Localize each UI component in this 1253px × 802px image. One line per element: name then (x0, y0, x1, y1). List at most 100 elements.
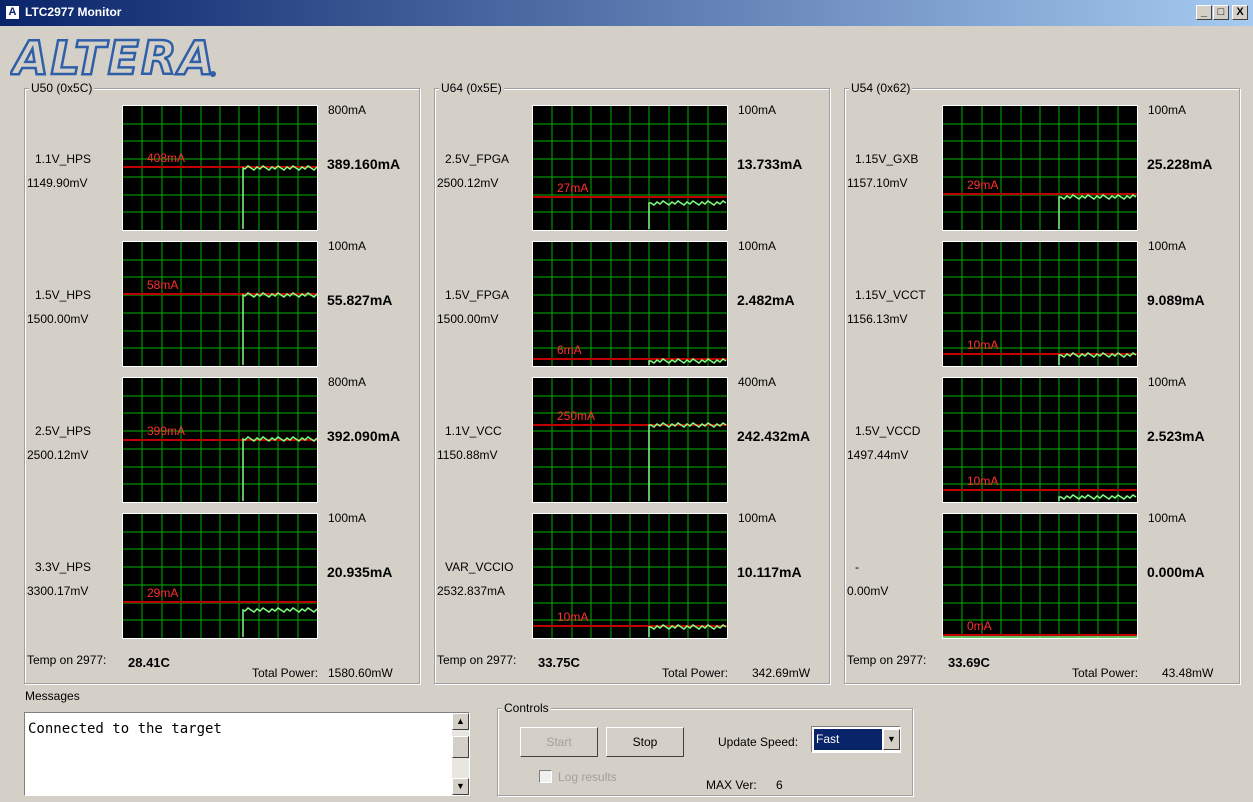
max-current-label: 100mA (738, 239, 777, 253)
rail-voltage: 1157.10mV (847, 176, 908, 190)
total-power-label: Total Power: (662, 666, 729, 680)
max-current-label: 100mA (1148, 239, 1187, 253)
minimize-button[interactable]: _ (1196, 5, 1212, 20)
svg-text:ALTERA: ALTERA (10, 34, 216, 80)
message-text: Connected to the target (28, 721, 222, 737)
temp-label: Temp on 2977: (27, 653, 107, 667)
rail-name: VAR_VCCIO (445, 560, 514, 574)
max-current-label: 100mA (328, 511, 367, 525)
current-reading: 389.160mA (327, 156, 401, 172)
max-current-label: 800mA (328, 375, 367, 389)
current-graph: 399mA (122, 377, 318, 503)
max-ver-value: 6 (776, 778, 783, 792)
current-trace (242, 165, 317, 229)
limit-label: 408mA (147, 151, 186, 165)
temp-value: 28.41C (128, 655, 170, 670)
max-current-label: 100mA (328, 239, 367, 253)
group-label: U64 (0x5E) (439, 81, 504, 95)
total-power-label: Total Power: (252, 666, 319, 680)
controls-group: Controls Start Stop Update Speed: Fast ▼… (497, 701, 913, 796)
close-button[interactable]: X (1232, 5, 1248, 20)
rail-voltage: 1156.13mV (847, 312, 908, 326)
limit-label: 0mA (967, 619, 992, 633)
current-reading: 2.523mA (1147, 428, 1205, 444)
rail-name: 1.1V_VCC (445, 424, 502, 438)
max-ver-label: MAX Ver: (706, 778, 757, 792)
current-graph: 29mA (942, 105, 1138, 231)
temp-value: 33.75C (538, 655, 580, 670)
scroll-thumb[interactable] (452, 736, 469, 758)
total-power-label: Total Power: (1072, 666, 1139, 680)
limit-label: 29mA (967, 178, 999, 192)
current-graph: 10mA (532, 513, 728, 639)
messages-scrollbar[interactable]: ▲ ▼ (452, 713, 469, 795)
rail-voltage: 2500.12mV (27, 448, 89, 462)
log-results-label: Log results (558, 770, 617, 784)
messages-label: Messages (25, 689, 80, 703)
current-graph: 29mA (122, 513, 318, 639)
max-current-label: 400mA (738, 375, 777, 389)
max-current-label: 100mA (738, 103, 777, 117)
temp-label: Temp on 2977: (847, 653, 927, 667)
max-current-label: 100mA (738, 511, 777, 525)
limit-label: 250mA (557, 409, 596, 423)
limit-label: 399mA (147, 424, 186, 438)
rail-voltage: 1500.00mV (27, 312, 89, 326)
rail-voltage: 0.00mV (847, 584, 889, 598)
max-current-label: 100mA (1148, 375, 1187, 389)
total-power-value: 1580.60mW (328, 666, 393, 680)
temp-label: Temp on 2977: (437, 653, 517, 667)
rail-name: 1.15V_VCCT (855, 288, 926, 302)
update-speed-label: Update Speed: (718, 735, 799, 749)
limit-label: 58mA (147, 278, 179, 292)
current-reading: 20.935mA (327, 564, 393, 580)
current-reading: 25.228mA (1147, 156, 1213, 172)
rail-voltage: 1497.44mV (847, 448, 909, 462)
current-graph: 6mA (532, 241, 728, 367)
current-reading: 392.090mA (327, 428, 401, 444)
stop-button[interactable]: Stop (606, 727, 684, 757)
rail-name: - (855, 560, 859, 574)
current-reading: 242.432mA (737, 428, 811, 444)
rail-name: 2.5V_HPS (35, 424, 92, 438)
scroll-down-button[interactable]: ▼ (452, 778, 469, 795)
max-current-label: 100mA (1148, 511, 1187, 525)
current-trace (242, 292, 317, 365)
rail-name: 1.5V_VCCD (855, 424, 921, 438)
current-graph: 250mA (532, 377, 728, 503)
scroll-up-button[interactable]: ▲ (452, 713, 469, 730)
rail-voltage: 1500.00mV (437, 312, 499, 326)
limit-label: 6mA (557, 343, 582, 357)
current-graph: 408mA (122, 105, 318, 231)
max-current-label: 100mA (1148, 103, 1187, 117)
title-bar: A LTC2977 Monitor _ □ X (0, 0, 1253, 26)
limit-label: 29mA (147, 586, 179, 600)
controls-label: Controls (502, 701, 551, 715)
rail-name: 1.1V_HPS (35, 152, 92, 166)
start-button[interactable]: Start (520, 727, 598, 757)
rail-voltage: 2500.12mV (437, 176, 499, 190)
total-power-value: 43.48mW (1162, 666, 1214, 680)
temp-value: 33.69C (948, 655, 990, 670)
app-icon: A (5, 5, 20, 20)
rail-name: 3.3V_HPS (35, 560, 92, 574)
rail-voltage: 1150.88mV (437, 448, 498, 462)
messages-box[interactable]: Connected to the target ▲ ▼ (24, 712, 470, 796)
current-reading: 2.482mA (737, 292, 795, 308)
rail-name: 1.5V_FPGA (445, 288, 510, 302)
rail-name: 2.5V_FPGA (445, 152, 510, 166)
total-power-value: 342.69mW (752, 666, 811, 680)
window-title: LTC2977 Monitor (25, 5, 122, 19)
chevron-down-icon[interactable]: ▼ (883, 729, 900, 750)
limit-label: 10mA (967, 338, 999, 352)
rail-voltage: 1149.90mV (27, 176, 88, 190)
rail-voltage: 2532.837mA (437, 584, 506, 598)
max-current-label: 800mA (328, 103, 367, 117)
group-label: U54 (0x62) (849, 81, 913, 95)
limit-label: 10mA (557, 610, 589, 624)
log-results-checkbox[interactable] (539, 770, 552, 783)
maximize-button[interactable]: □ (1213, 5, 1229, 20)
current-graph: 27mA (532, 105, 728, 231)
update-speed-select[interactable]: Fast ▼ (811, 726, 901, 753)
limit-label: 10mA (967, 474, 999, 488)
